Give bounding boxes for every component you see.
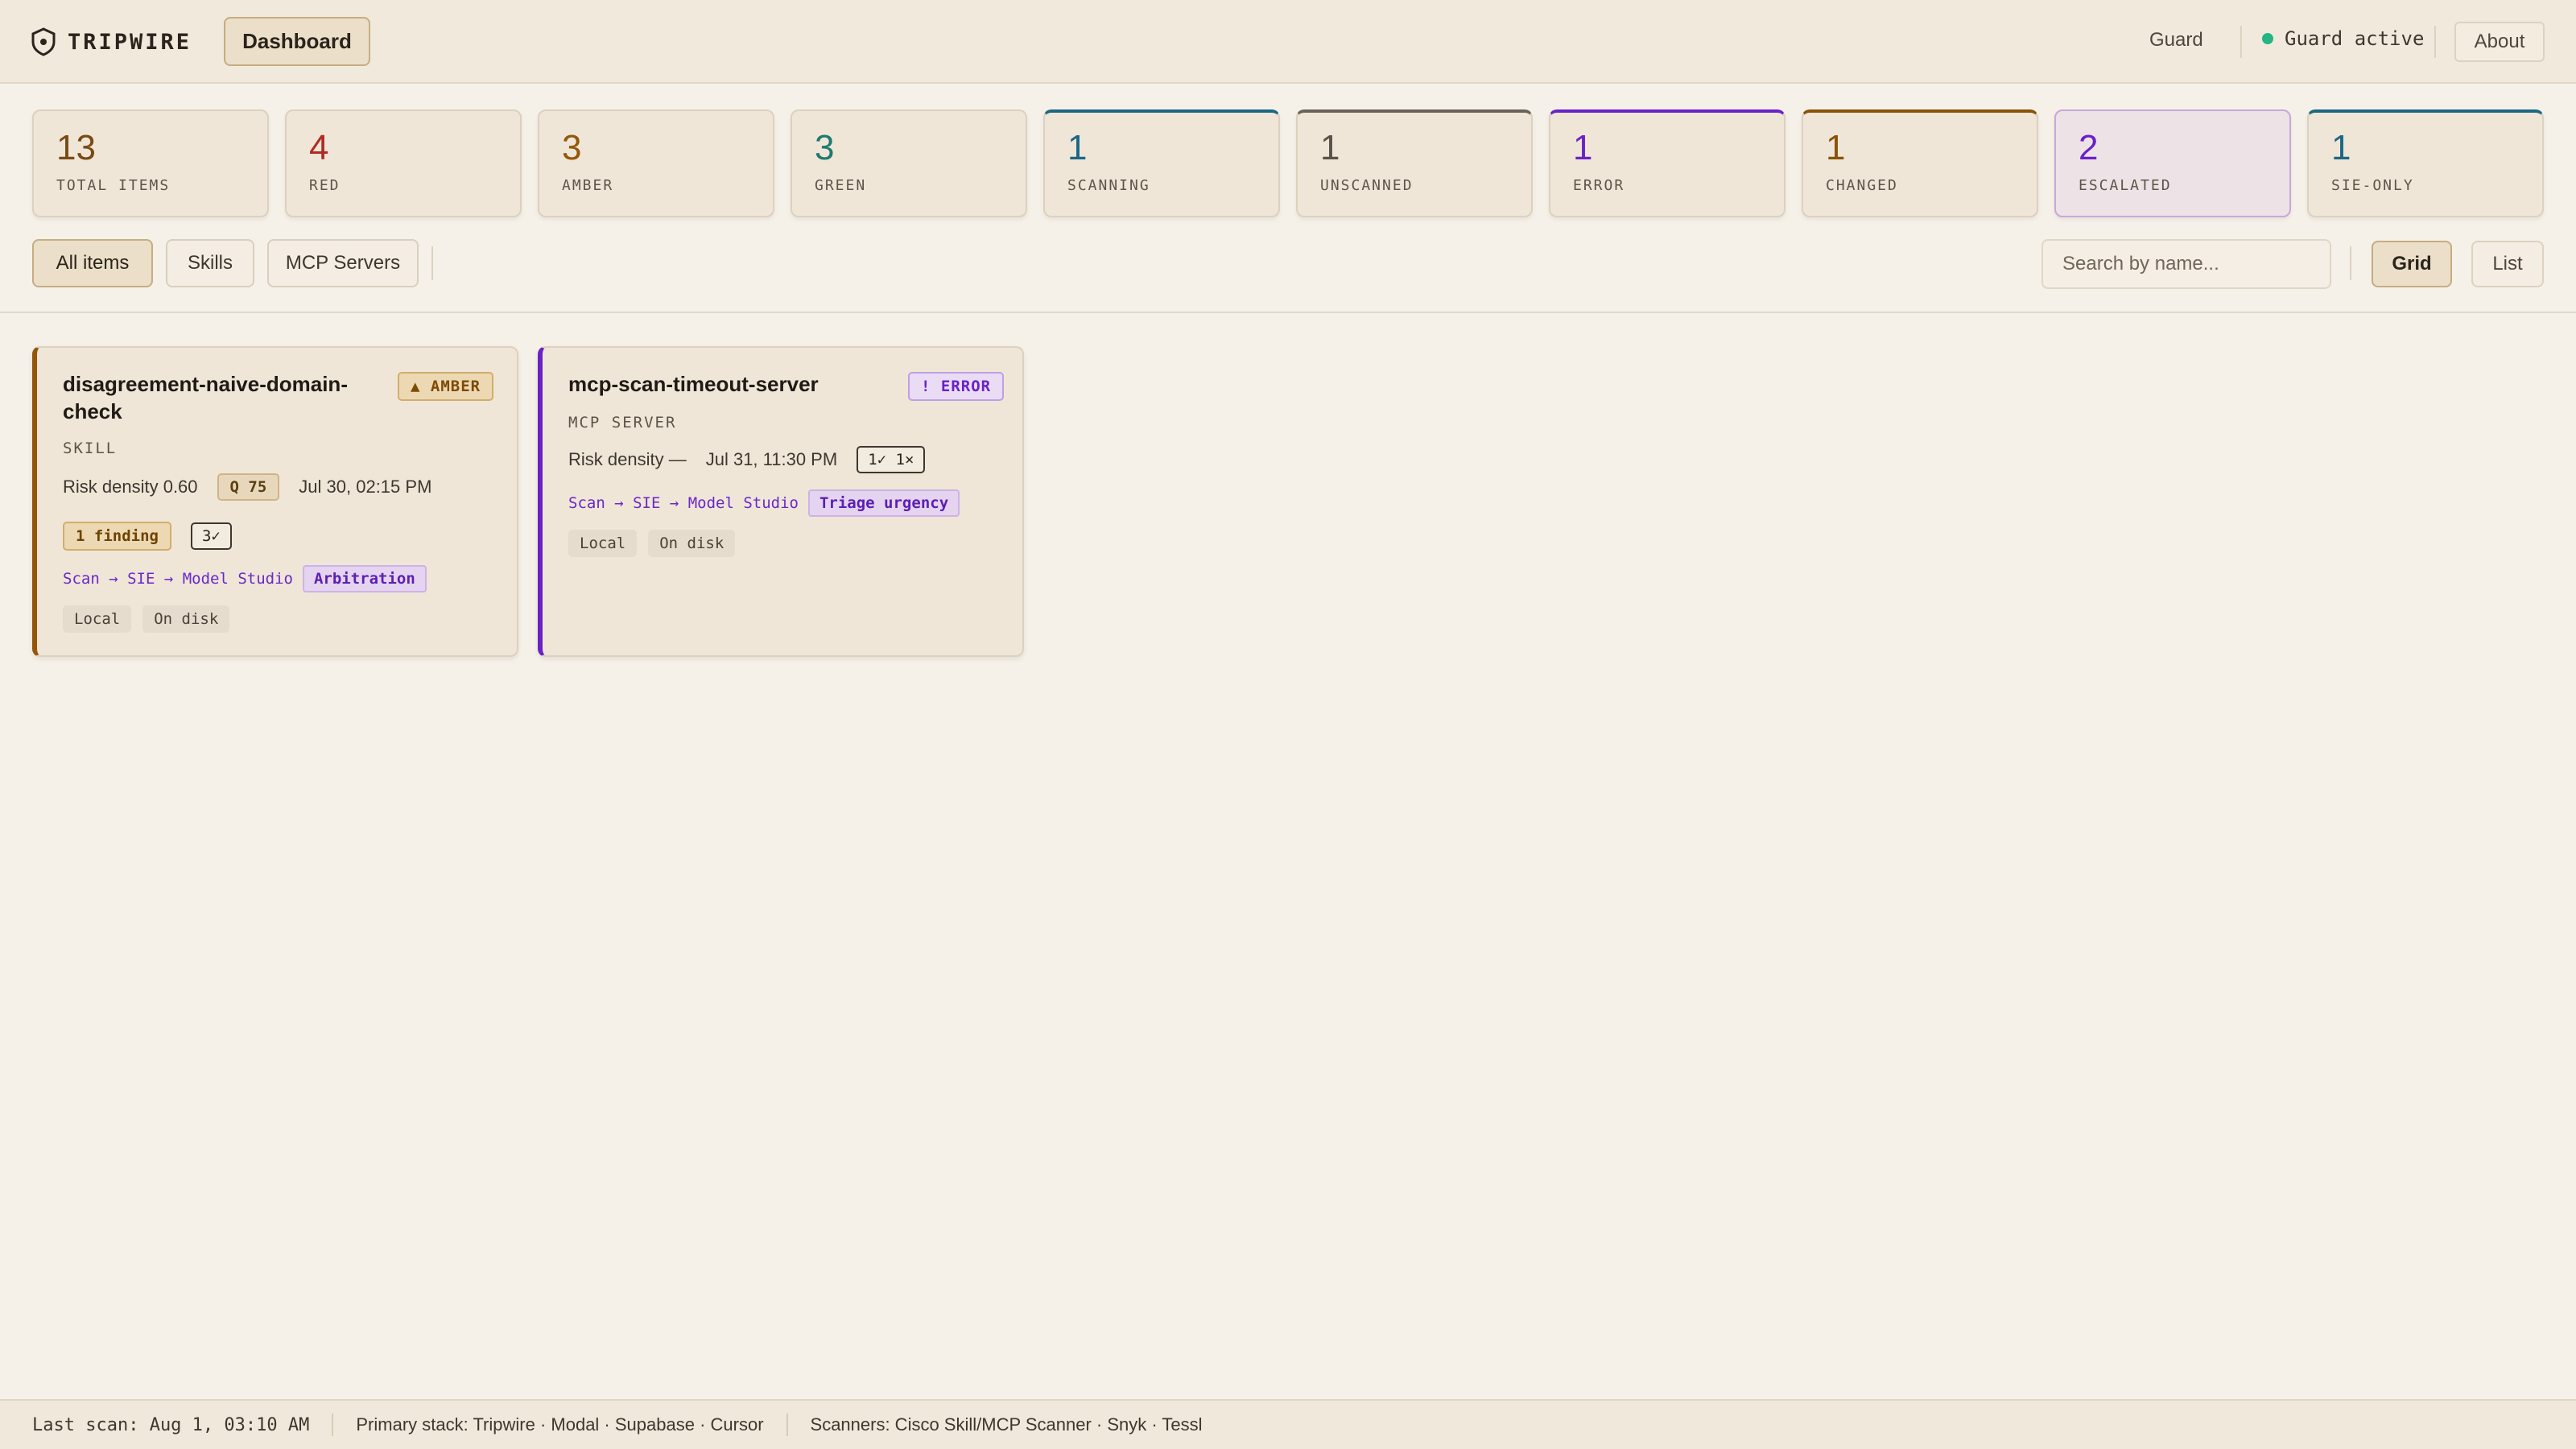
shield-icon — [31, 27, 56, 56]
storage-tag: On disk — [142, 605, 230, 633]
item-kind: SKILL — [63, 440, 118, 457]
scan-date: Jul 30, 02:15 PM — [299, 477, 432, 497]
guard-status-label: Guard active — [2285, 27, 2425, 50]
location-tag: Local — [63, 605, 132, 633]
item-kind: MCP SERVER — [568, 414, 677, 431]
card-meta: Risk density — Jul 31, 11:30 PM 1✓ 1× — [568, 446, 926, 473]
divider — [2350, 246, 2351, 280]
card-pipeline-row: Scan → SIE → Model Studio Triage urgency — [568, 489, 960, 517]
divider — [786, 1414, 788, 1436]
item-card[interactable]: mcp-scan-timeout-server ! ERROR MCP SERV… — [538, 346, 1024, 657]
view-grid-button[interactable]: Grid — [2372, 241, 2452, 287]
stat-label: SCANNING — [1067, 177, 1150, 194]
stat-value: 3 — [562, 128, 582, 167]
stat-value: 1 — [1826, 128, 1846, 167]
stat-label: AMBER — [562, 177, 614, 194]
filter-mcp-servers[interactable]: MCP Servers — [267, 239, 419, 287]
stat-label: CHANGED — [1826, 177, 1898, 194]
stat-changed[interactable]: 1 CHANGED — [1802, 109, 2038, 217]
location-tag: Local — [568, 530, 638, 557]
stat-label: SIE-ONLY — [2331, 177, 2414, 194]
risk-density: Risk density 0.60 — [63, 477, 198, 497]
stat-total-items[interactable]: 13 TOTAL ITEMS — [32, 109, 269, 217]
guard-status: Guard active — [2262, 27, 2424, 50]
app-name: TRIPWIRE — [68, 29, 192, 55]
stage-tag: Arbitration — [302, 565, 427, 592]
stat-label: RED — [309, 177, 341, 194]
card-title: mcp-scan-timeout-server — [568, 372, 819, 396]
stat-value: 1 — [2331, 128, 2351, 167]
stat-value: 3 — [815, 128, 835, 167]
stat-label: TOTAL ITEMS — [56, 177, 171, 194]
finding-count-badge[interactable]: 1 finding — [63, 522, 171, 551]
nav-guard-link[interactable]: Guard — [2149, 29, 2203, 52]
scanners-text: Scanners: Cisco Skill/MCP Scanner · Snyk… — [810, 1414, 1203, 1435]
checks-badge: 3✓ — [190, 522, 232, 550]
status-badge: ! ERROR — [908, 372, 1005, 401]
stage-tag: Triage urgency — [807, 489, 960, 517]
item-card[interactable]: disagreement-naive-domain-check ▲ AMBER … — [32, 346, 518, 657]
checks-badge: 1✓ 1× — [857, 446, 926, 473]
filter-skills[interactable]: Skills — [166, 239, 254, 287]
stat-sie-only[interactable]: 1 SIE-ONLY — [2307, 109, 2544, 217]
divider — [332, 1414, 334, 1436]
stat-label: GREEN — [815, 177, 867, 194]
stat-error[interactable]: 1 ERROR — [1549, 109, 1785, 217]
card-pipeline-row: Scan → SIE → Model Studio Arbitration — [63, 565, 427, 592]
stat-value: 4 — [309, 128, 329, 167]
pipeline-link[interactable]: Scan → SIE → Model Studio — [568, 494, 799, 512]
primary-stack-text: Primary stack: Tripwire · Modal · Supaba… — [356, 1414, 764, 1435]
card-location-row: Local On disk — [568, 530, 746, 557]
card-location-row: Local On disk — [63, 605, 241, 633]
stat-red[interactable]: 4 RED — [285, 109, 522, 217]
divider — [2434, 26, 2436, 58]
brand[interactable]: TRIPWIRE — [31, 24, 192, 60]
last-scan-text: Last scan: Aug 1, 03:10 AM — [32, 1414, 310, 1435]
risk-density: Risk density — — [568, 449, 687, 469]
storage-tag: On disk — [648, 530, 736, 557]
about-button[interactable]: About — [2454, 22, 2545, 62]
stat-value: 1 — [1067, 128, 1088, 167]
stat-value: 1 — [1320, 128, 1340, 167]
stat-scanning[interactable]: 1 SCANNING — [1043, 109, 1280, 217]
status-badge: ▲ AMBER — [398, 372, 494, 401]
quality-score-badge: Q 75 — [217, 473, 280, 501]
divider — [0, 312, 2576, 313]
filter-all-items[interactable]: All items — [32, 239, 153, 287]
card-meta: Risk density 0.60 Q 75 Jul 30, 02:15 PM — [63, 473, 431, 501]
stat-value: 13 — [56, 128, 96, 167]
nav-dashboard-button[interactable]: Dashboard — [224, 17, 370, 66]
stat-escalated[interactable]: 2 ESCALATED — [2054, 109, 2291, 217]
stat-value: 2 — [2079, 128, 2099, 167]
status-dot-icon — [2262, 33, 2273, 44]
divider — [431, 246, 433, 280]
stat-label: UNSCANNED — [1320, 177, 1414, 194]
search-input[interactable] — [2041, 239, 2331, 289]
divider — [2240, 26, 2242, 58]
stat-green[interactable]: 3 GREEN — [791, 109, 1027, 217]
card-findings-row: 1 finding 3✓ — [63, 522, 232, 551]
view-list-button[interactable]: List — [2471, 241, 2544, 287]
top-bar: TRIPWIRE Dashboard Guard Guard active Ab… — [0, 0, 2576, 84]
stat-value: 1 — [1573, 128, 1593, 167]
card-title: disagreement-naive-domain-check — [63, 372, 348, 423]
stat-amber[interactable]: 3 AMBER — [538, 109, 774, 217]
stat-label: ESCALATED — [2079, 177, 2172, 194]
stat-label: ERROR — [1573, 177, 1625, 194]
scan-date: Jul 31, 11:30 PM — [705, 449, 838, 469]
stat-unscanned[interactable]: 1 UNSCANNED — [1296, 109, 1533, 217]
pipeline-link[interactable]: Scan → SIE → Model Studio — [63, 570, 293, 588]
status-footer: Last scan: Aug 1, 03:10 AM Primary stack… — [0, 1399, 2576, 1449]
